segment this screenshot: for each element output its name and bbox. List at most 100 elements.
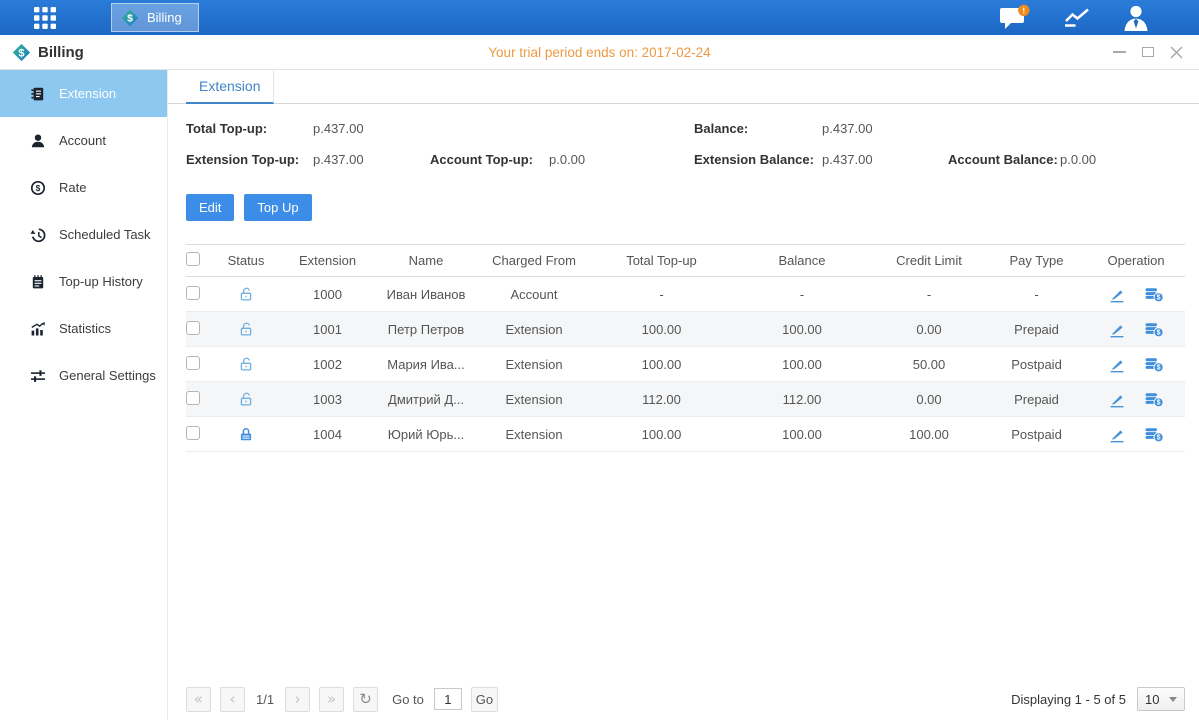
- row-checkbox[interactable]: [186, 356, 200, 370]
- svg-text:$: $: [1156, 434, 1160, 441]
- column-header-total-topup: Total Top-up: [591, 245, 732, 277]
- page-indicator: 1/1: [256, 692, 274, 707]
- balance-summary: Total Top-up: p.437.00 Balance: p.437.00…: [168, 104, 1199, 194]
- row-checkbox[interactable]: [186, 391, 200, 405]
- cell-pay-type: Prepaid: [986, 382, 1087, 417]
- topbar-tab-label: Billing: [147, 10, 182, 25]
- app-launcher-grid-icon[interactable]: [33, 7, 69, 29]
- sliders-icon: [30, 368, 46, 384]
- sidebar-item-label: Statistics: [59, 321, 111, 336]
- maximize-icon[interactable]: [1142, 47, 1154, 57]
- first-page-button[interactable]: «: [186, 687, 211, 712]
- sidebar-item-scheduled-task[interactable]: Scheduled Task: [0, 211, 167, 258]
- cell-charged-from: Account: [477, 277, 591, 312]
- go-button[interactable]: Go: [471, 687, 498, 712]
- row-checkbox[interactable]: [186, 321, 200, 335]
- notifications-chat-icon[interactable]: !: [998, 4, 1031, 31]
- goto-label: Go to: [392, 692, 424, 707]
- column-header-status: Status: [212, 245, 280, 277]
- column-header-name: Name: [375, 245, 477, 277]
- total-topup-value: p.437.00: [313, 121, 364, 136]
- svg-text:$: $: [18, 47, 24, 59]
- top-up-row-icon[interactable]: $: [1144, 286, 1164, 303]
- sidebar-item-label: General Settings: [59, 368, 156, 383]
- edit-row-icon[interactable]: [1108, 356, 1126, 373]
- balance-value: p.437.00: [822, 121, 873, 136]
- table-row: 1000 Иван Иванов Account - - - - $: [186, 277, 1185, 312]
- cell-name: Иван Иванов: [375, 277, 477, 312]
- account-topup-value: p.0.00: [549, 152, 585, 167]
- previous-page-button[interactable]: ‹: [220, 687, 245, 712]
- sidebar-item-account[interactable]: Account: [0, 117, 167, 164]
- cell-name: Мария Ива...: [375, 347, 477, 382]
- cell-credit-limit: 50.00: [872, 347, 986, 382]
- last-page-button[interactable]: »: [319, 687, 344, 712]
- sidebar-item-label: Rate: [59, 180, 86, 195]
- billing-diamond-icon: $: [121, 9, 139, 27]
- page-size-select[interactable]: 10: [1137, 687, 1185, 711]
- notepad-icon: [30, 274, 46, 290]
- cell-balance: 100.00: [732, 312, 872, 347]
- extension-balance-value: p.437.00: [822, 152, 873, 167]
- top-up-button[interactable]: Top Up: [244, 194, 311, 221]
- cell-extension: 1004: [280, 417, 375, 452]
- account-balance-label: Account Balance:: [948, 152, 1058, 167]
- cell-total-topup: 100.00: [591, 347, 732, 382]
- table-row: 1004 Юрий Юрь... Extension 100.00 100.00…: [186, 417, 1185, 452]
- sidebar-item-general-settings[interactable]: General Settings: [0, 352, 167, 399]
- edit-row-icon[interactable]: [1108, 426, 1126, 443]
- topbar-tab-billing[interactable]: $ Billing: [111, 3, 199, 32]
- sidebar-item-extension[interactable]: Extension: [0, 70, 167, 117]
- top-app-bar: $ Billing !: [0, 0, 1199, 35]
- cell-balance: -: [732, 277, 872, 312]
- edit-row-icon[interactable]: [1108, 286, 1126, 303]
- next-page-button[interactable]: ›: [285, 687, 310, 712]
- tab-strip: Extension: [168, 70, 1199, 104]
- cell-credit-limit: 0.00: [872, 312, 986, 347]
- displaying-range-text: Displaying 1 - 5 of 5: [1011, 692, 1126, 707]
- top-up-row-icon[interactable]: $: [1144, 426, 1164, 443]
- tab-label: Extension: [199, 78, 260, 94]
- cell-name: Дмитрий Д...: [375, 382, 477, 417]
- top-up-row-icon[interactable]: $: [1144, 321, 1164, 338]
- pagination-bar: « ‹ 1/1 › » ↻ Go to Go Displaying 1 - 5 …: [186, 686, 1185, 712]
- cell-credit-limit: 0.00: [872, 382, 986, 417]
- row-checkbox[interactable]: [186, 426, 200, 440]
- sidebar-item-rate[interactable]: $ Rate: [0, 164, 167, 211]
- column-header-operation: Operation: [1087, 245, 1185, 277]
- page-size-value: 10: [1145, 692, 1159, 707]
- edit-row-icon[interactable]: [1108, 391, 1126, 408]
- refresh-icon[interactable]: ↻: [353, 687, 378, 712]
- close-icon[interactable]: [1170, 46, 1183, 59]
- lock-open-icon: [238, 321, 254, 337]
- tab-extension[interactable]: Extension: [186, 70, 274, 104]
- edit-row-icon[interactable]: [1108, 321, 1126, 338]
- cell-charged-from: Extension: [477, 312, 591, 347]
- svg-text:$: $: [1156, 294, 1160, 301]
- cell-name: Юрий Юрь...: [375, 417, 477, 452]
- row-checkbox[interactable]: [186, 286, 200, 300]
- edit-button[interactable]: Edit: [186, 194, 234, 221]
- lock-open-icon: [238, 286, 254, 302]
- billing-diamond-icon: $: [12, 43, 31, 62]
- sidebar-item-topup-history[interactable]: Top-up History: [0, 258, 167, 305]
- sidebar-item-statistics[interactable]: Statistics: [0, 305, 167, 352]
- lock-open-icon: [238, 356, 254, 372]
- extension-topup-label: Extension Top-up:: [186, 152, 299, 167]
- bar-chart-icon: [30, 321, 46, 337]
- column-header-charged-from: Charged From: [477, 245, 591, 277]
- goto-page-input[interactable]: [434, 688, 462, 710]
- cell-pay-type: Postpaid: [986, 417, 1087, 452]
- reports-chart-icon[interactable]: [1063, 6, 1091, 30]
- user-account-icon[interactable]: [1123, 4, 1149, 31]
- cell-pay-type: Postpaid: [986, 347, 1087, 382]
- cell-balance: 100.00: [732, 347, 872, 382]
- top-up-row-icon[interactable]: $: [1144, 391, 1164, 408]
- top-up-row-icon[interactable]: $: [1144, 356, 1164, 373]
- sidebar-item-label: Extension: [59, 86, 116, 101]
- lock-open-icon: [238, 391, 254, 407]
- minimize-icon[interactable]: [1113, 51, 1126, 53]
- column-header-extension: Extension: [280, 245, 375, 277]
- cell-balance: 112.00: [732, 382, 872, 417]
- select-all-checkbox[interactable]: [186, 252, 200, 266]
